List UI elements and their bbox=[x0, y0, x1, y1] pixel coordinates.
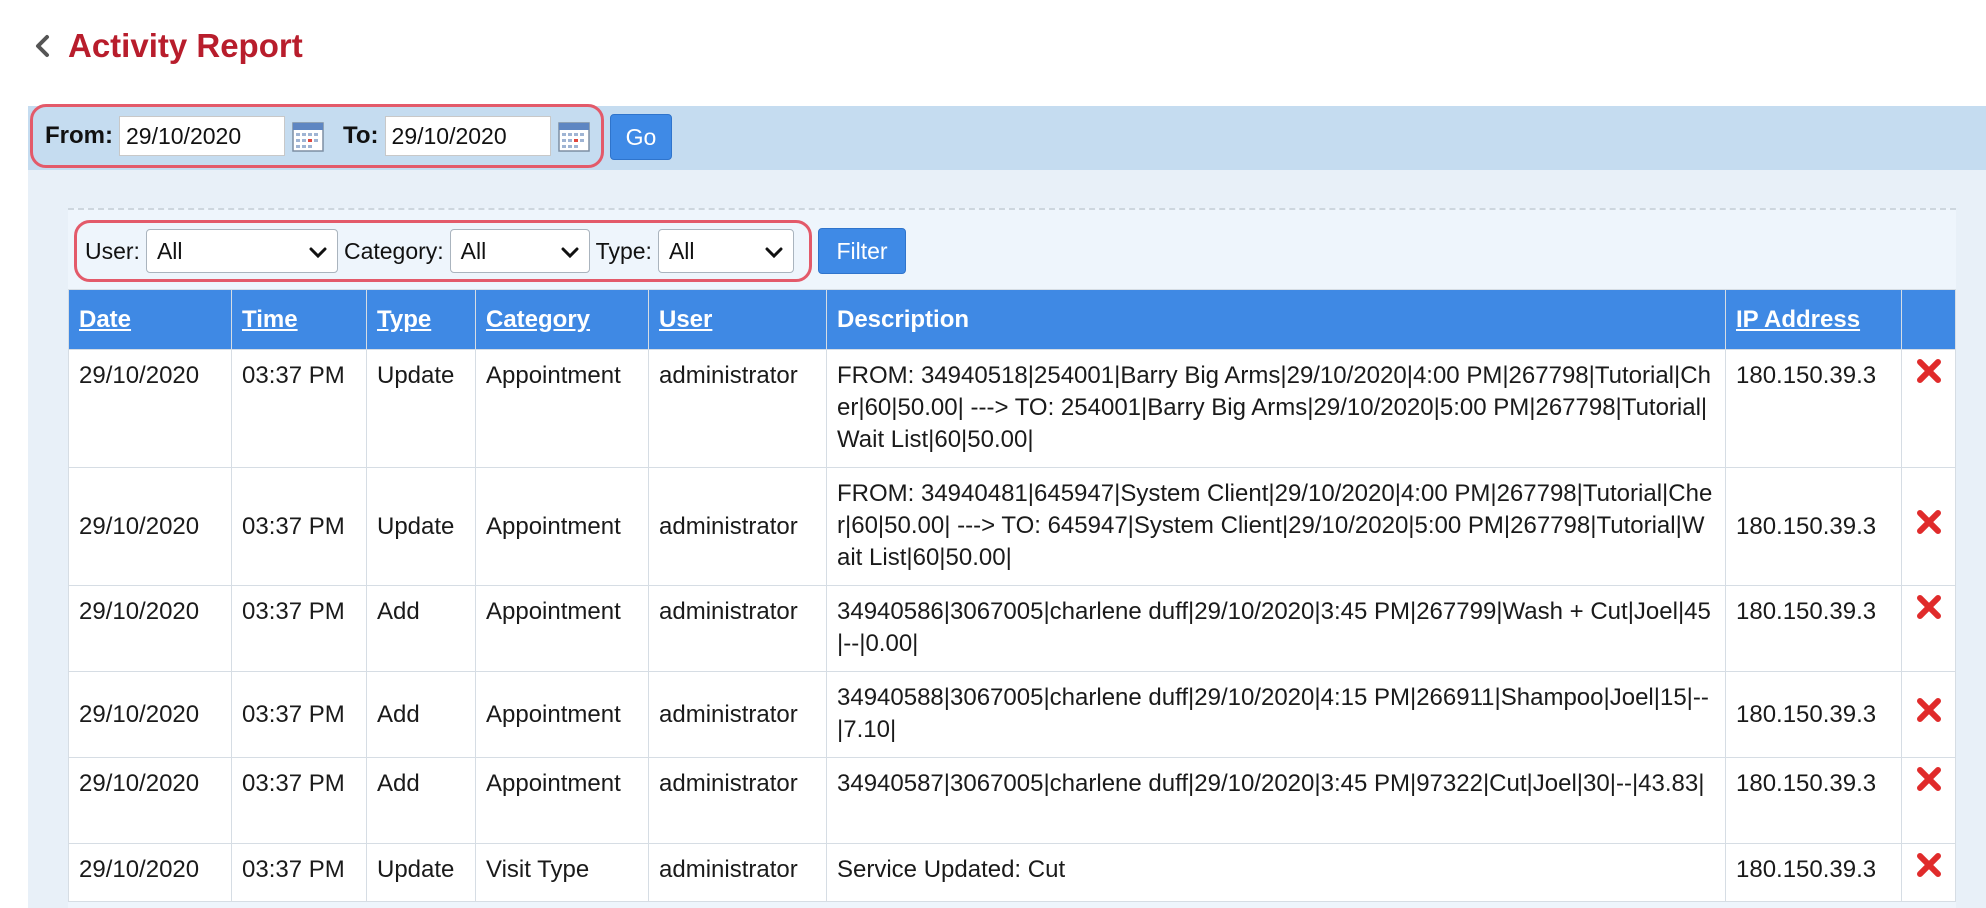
cell-user: administrator bbox=[648, 349, 827, 468]
cell-type: Update bbox=[366, 349, 476, 468]
cell-user: administrator bbox=[648, 467, 827, 586]
cell-time: 03:37 PM bbox=[231, 671, 367, 758]
cell-category: Appointment bbox=[475, 671, 649, 758]
go-button[interactable]: Go bbox=[610, 114, 672, 160]
category-filter-label: Category: bbox=[343, 237, 444, 264]
table-body: 29/10/2020 03:37 PM Update Appointment a… bbox=[68, 349, 1956, 902]
cell-delete bbox=[1901, 349, 1956, 468]
cell-description: FROM: 34940518|254001|Barry Big Arms|29/… bbox=[826, 349, 1726, 468]
cell-time: 03:37 PM bbox=[231, 585, 367, 672]
cell-type: Update bbox=[366, 843, 476, 902]
cell-user: administrator bbox=[648, 585, 827, 672]
chevron-down-icon bbox=[561, 238, 579, 265]
cell-time: 03:37 PM bbox=[231, 757, 367, 844]
cell-type: Update bbox=[366, 467, 476, 586]
cell-description: Service Updated: Cut bbox=[826, 843, 1726, 902]
cell-delete bbox=[1901, 467, 1956, 586]
cell-category: Appointment bbox=[475, 349, 649, 468]
table-row: 29/10/2020 03:37 PM Add Appointment admi… bbox=[68, 671, 1956, 758]
type-select-value: All bbox=[668, 237, 695, 264]
chevron-left-icon[interactable] bbox=[30, 29, 54, 63]
chevron-down-icon bbox=[309, 238, 327, 265]
delete-x-icon[interactable] bbox=[1916, 358, 1942, 384]
cell-user: administrator bbox=[648, 671, 827, 758]
cell-time: 03:37 PM bbox=[231, 349, 367, 468]
page-title: Activity Report bbox=[68, 27, 303, 64]
column-header-user[interactable]: User bbox=[648, 289, 827, 350]
cell-time: 03:37 PM bbox=[231, 843, 367, 902]
cell-date: 29/10/2020 bbox=[68, 671, 232, 758]
column-header-ip-address[interactable]: IP Address bbox=[1725, 289, 1902, 350]
cell-ip: 180.150.39.3 bbox=[1725, 467, 1902, 586]
type-filter-label: Type: bbox=[595, 237, 652, 264]
delete-x-icon[interactable] bbox=[1916, 509, 1942, 535]
cell-type: Add bbox=[366, 585, 476, 672]
cell-ip: 180.150.39.3 bbox=[1725, 757, 1902, 844]
from-date-input[interactable] bbox=[119, 116, 285, 156]
activity-table: Date Time Type Category User Description… bbox=[68, 289, 1956, 902]
cell-ip: 180.150.39.3 bbox=[1725, 349, 1902, 468]
chevron-down-icon bbox=[765, 238, 783, 265]
cell-description: FROM: 34940481|645947|System Client|29/1… bbox=[826, 467, 1726, 586]
cell-user: administrator bbox=[648, 757, 827, 844]
table-row: 29/10/2020 03:37 PM Update Appointment a… bbox=[68, 349, 1956, 468]
title-bar: Activity Report bbox=[30, 26, 303, 66]
delete-x-icon[interactable] bbox=[1916, 697, 1942, 723]
cell-category: Appointment bbox=[475, 757, 649, 844]
cell-delete bbox=[1901, 757, 1956, 844]
column-header-category[interactable]: Category bbox=[475, 289, 649, 350]
delete-x-icon[interactable] bbox=[1916, 766, 1942, 792]
cell-type: Add bbox=[366, 757, 476, 844]
user-select-value: All bbox=[156, 237, 183, 264]
filter-group: User: All Category: All Type: All bbox=[74, 220, 812, 282]
delete-x-icon[interactable] bbox=[1916, 594, 1942, 620]
type-select[interactable]: All bbox=[657, 229, 794, 273]
column-header-actions bbox=[1901, 289, 1956, 350]
date-range-group: From: To: bbox=[30, 104, 604, 168]
cell-delete bbox=[1901, 671, 1956, 758]
to-date-input[interactable] bbox=[384, 116, 551, 156]
cell-delete bbox=[1901, 843, 1956, 902]
cell-type: Add bbox=[366, 671, 476, 758]
cell-description: 34940586|3067005|charlene duff|29/10/202… bbox=[826, 585, 1726, 672]
cell-delete bbox=[1901, 585, 1956, 672]
cell-category: Appointment bbox=[475, 467, 649, 586]
column-header-type[interactable]: Type bbox=[366, 289, 476, 350]
cell-ip: 180.150.39.3 bbox=[1725, 671, 1902, 758]
category-select-value: All bbox=[460, 237, 487, 264]
from-label: From: bbox=[45, 122, 113, 149]
column-header-date[interactable]: Date bbox=[68, 289, 232, 350]
column-header-time[interactable]: Time bbox=[231, 289, 367, 350]
column-header-description: Description bbox=[826, 289, 1726, 350]
cell-date: 29/10/2020 bbox=[68, 467, 232, 586]
cell-description: 34940588|3067005|charlene duff|29/10/202… bbox=[826, 671, 1726, 758]
delete-x-icon[interactable] bbox=[1916, 852, 1942, 878]
filter-button[interactable]: Filter bbox=[818, 228, 906, 274]
cell-date: 29/10/2020 bbox=[68, 349, 232, 468]
category-select[interactable]: All bbox=[449, 229, 590, 273]
cell-category: Visit Type bbox=[475, 843, 649, 902]
calendar-icon[interactable] bbox=[557, 119, 591, 153]
cell-category: Appointment bbox=[475, 585, 649, 672]
user-filter-label: User: bbox=[85, 237, 140, 264]
cell-ip: 180.150.39.3 bbox=[1725, 843, 1902, 902]
to-label: To: bbox=[343, 122, 379, 149]
cell-date: 29/10/2020 bbox=[68, 843, 232, 902]
cell-ip: 180.150.39.3 bbox=[1725, 585, 1902, 672]
calendar-icon[interactable] bbox=[291, 119, 325, 153]
cell-time: 03:37 PM bbox=[231, 467, 367, 586]
cell-user: administrator bbox=[648, 843, 827, 902]
table-row: 29/10/2020 03:37 PM Update Appointment a… bbox=[68, 467, 1956, 586]
table-row: 29/10/2020 03:37 PM Update Visit Type ad… bbox=[68, 843, 1956, 902]
table-header-row: Date Time Type Category User Description… bbox=[68, 289, 1956, 350]
cell-description: 34940587|3067005|charlene duff|29/10/202… bbox=[826, 757, 1726, 844]
cell-date: 29/10/2020 bbox=[68, 585, 232, 672]
user-select[interactable]: All bbox=[145, 229, 338, 273]
table-row: 29/10/2020 03:37 PM Add Appointment admi… bbox=[68, 585, 1956, 672]
cell-date: 29/10/2020 bbox=[68, 757, 232, 844]
table-row: 29/10/2020 03:37 PM Add Appointment admi… bbox=[68, 757, 1956, 844]
